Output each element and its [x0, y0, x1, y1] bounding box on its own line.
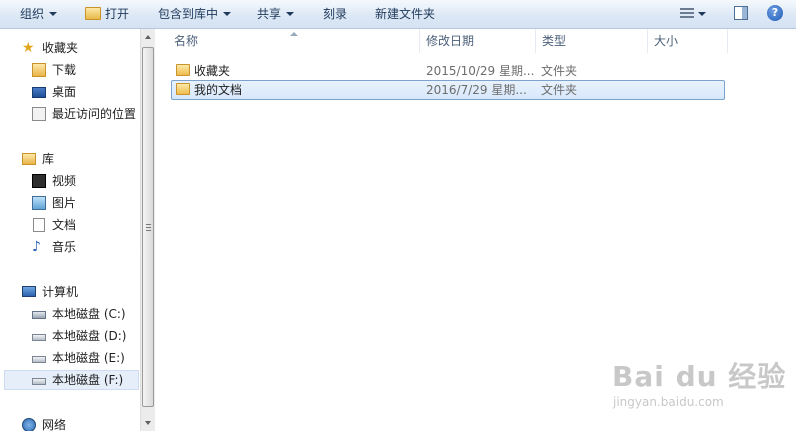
nav-item-drive-c[interactable]: 本地磁盘 (C:)	[0, 304, 140, 324]
library-icon	[22, 153, 36, 165]
star-icon: ★	[22, 40, 35, 56]
nav-item-label: 图片	[52, 196, 77, 210]
nav-network[interactable]: 网络	[0, 415, 140, 431]
video-icon	[32, 174, 46, 188]
nav-item-drive-d[interactable]: 本地磁盘 (D:)	[0, 326, 140, 346]
nav-item-label: 本地磁盘 (F:)	[52, 373, 124, 387]
grip-line	[146, 224, 151, 225]
arrow-up-icon	[145, 35, 151, 39]
command-bar: 组织 打开 包含到库中 共享 刻录 新建文件夹 ?	[0, 0, 796, 29]
file-type: 文件夹	[541, 64, 578, 78]
hard-drive-icon	[32, 334, 46, 341]
nav-item-drive-f[interactable]: 本地磁盘 (F:)	[4, 370, 139, 390]
nav-item-label: 音乐	[52, 240, 77, 254]
preview-pane-icon[interactable]	[734, 6, 748, 20]
folder-icon	[176, 64, 190, 76]
nav-item-label: 下载	[52, 63, 77, 77]
new-folder-button[interactable]: 新建文件夹	[375, 0, 435, 28]
chevron-down-icon	[223, 11, 232, 16]
navigation-pane: ★ 收藏夹 下载 桌面 最近访问的位置 库 视频 图片 文档 ♪ 音乐 计算机	[0, 29, 140, 431]
organize-menu[interactable]: 组织	[20, 0, 58, 28]
burn-label: 刻录	[323, 7, 348, 21]
scroll-down-button[interactable]	[141, 415, 156, 431]
navigation-scrollbar[interactable]	[140, 29, 155, 431]
nav-item-documents[interactable]: 文档	[0, 215, 140, 235]
scroll-up-button[interactable]	[141, 29, 156, 45]
arrow-down-icon	[145, 421, 151, 425]
nav-item-desktop[interactable]: 桌面	[0, 82, 140, 102]
new-folder-label: 新建文件夹	[375, 7, 436, 21]
computer-icon	[22, 286, 36, 297]
column-header-type[interactable]: 类型	[536, 29, 648, 53]
nav-item-pictures[interactable]: 图片	[0, 193, 140, 213]
pictures-icon	[32, 196, 46, 210]
nav-item-label: 最近访问的位置	[52, 107, 137, 121]
desktop-icon	[32, 87, 46, 98]
nav-item-recent-places[interactable]: 最近访问的位置	[0, 104, 140, 124]
nav-computer[interactable]: 计算机	[0, 282, 140, 302]
nav-network-label: 网络	[42, 418, 67, 431]
nav-item-label: 本地磁盘 (E:)	[52, 351, 125, 365]
chevron-down-icon	[286, 11, 295, 16]
file-row-selected[interactable]: 我的文档 2016/7/29 星期... 文件夹	[171, 80, 725, 100]
file-date: 2016/7/29 星期...	[426, 83, 527, 97]
nav-favorites-label: 收藏夹	[42, 41, 79, 55]
chevron-down-icon	[49, 11, 58, 16]
nav-item-videos[interactable]: 视频	[0, 171, 140, 191]
grip-line	[146, 227, 151, 228]
column-header-label: 名称	[174, 34, 199, 48]
baidu-watermark: Bai du 经验	[612, 360, 787, 393]
baidu-watermark-url: jingyan.baidu.com	[613, 395, 724, 409]
scrollbar-thumb[interactable]	[142, 47, 154, 407]
column-header-size[interactable]: 大小	[648, 29, 728, 53]
share-menu[interactable]: 共享	[257, 0, 295, 28]
help-icon[interactable]: ?	[767, 5, 783, 21]
share-label: 共享	[257, 7, 282, 21]
file-type: 文件夹	[541, 83, 578, 97]
include-in-library-menu[interactable]: 包含到库中	[158, 0, 232, 28]
column-header-label: 大小	[654, 34, 679, 48]
column-header-name[interactable]: 名称	[168, 29, 420, 53]
column-header-date[interactable]: 修改日期	[420, 29, 536, 53]
nav-libraries[interactable]: 库	[0, 149, 140, 169]
file-name: 收藏夹	[194, 64, 231, 78]
nav-item-label: 文档	[52, 218, 77, 232]
include-in-library-label: 包含到库中	[158, 7, 219, 21]
download-folder-icon	[32, 63, 46, 77]
file-row[interactable]: 收藏夹 2015/10/29 星期... 文件夹	[171, 61, 725, 81]
file-name: 我的文档	[194, 83, 243, 97]
document-icon	[33, 218, 45, 232]
burn-button[interactable]: 刻录	[323, 0, 347, 28]
column-header-label: 类型	[542, 34, 567, 48]
nav-item-drive-e[interactable]: 本地磁盘 (E:)	[0, 348, 140, 368]
nav-favorites[interactable]: ★ 收藏夹	[0, 38, 140, 58]
system-drive-icon	[32, 311, 46, 319]
recent-places-icon	[32, 107, 46, 121]
nav-libraries-label: 库	[42, 152, 55, 166]
nav-item-music[interactable]: ♪ 音乐	[0, 237, 140, 257]
folder-icon	[176, 83, 190, 95]
network-icon	[22, 418, 36, 431]
nav-item-downloads[interactable]: 下载	[0, 60, 140, 80]
hard-drive-icon	[32, 378, 46, 385]
nav-computer-label: 计算机	[42, 285, 79, 299]
folder-open-icon	[85, 7, 101, 20]
open-label: 打开	[105, 7, 130, 21]
nav-item-label: 本地磁盘 (D:)	[52, 329, 127, 343]
change-view-button[interactable]	[680, 0, 712, 28]
column-header-label: 修改日期	[426, 34, 475, 48]
nav-item-label: 本地磁盘 (C:)	[52, 307, 126, 321]
music-icon: ♪	[32, 239, 41, 255]
organize-label: 组织	[20, 7, 45, 21]
grip-line	[146, 230, 151, 231]
nav-item-label: 桌面	[52, 85, 77, 99]
open-button[interactable]: 打开	[85, 0, 129, 28]
sort-ascending-icon	[290, 32, 298, 36]
chevron-down-icon	[698, 12, 706, 16]
hard-drive-icon	[32, 356, 46, 363]
file-date: 2015/10/29 星期...	[426, 64, 535, 78]
nav-item-label: 视频	[52, 174, 77, 188]
view-list-icon	[680, 7, 694, 19]
